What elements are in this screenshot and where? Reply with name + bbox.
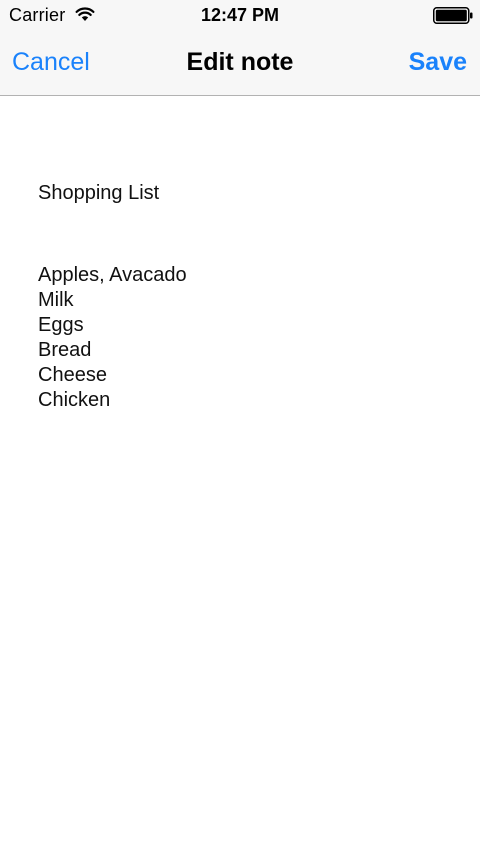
note-line[interactable]: Cheese: [38, 363, 187, 388]
edit-note-screen: Carrier 12:47 PM Cancel Edit note Save S…: [0, 0, 480, 852]
save-button[interactable]: Save: [409, 48, 467, 77]
battery-icon: [433, 7, 473, 24]
navigation-bar: Cancel Edit note Save: [0, 32, 480, 96]
cancel-button[interactable]: Cancel: [12, 48, 90, 77]
note-line[interactable]: Apples, Avacado: [38, 263, 187, 288]
note-line[interactable]: Chicken: [38, 388, 187, 413]
note-line[interactable]: Eggs: [38, 313, 187, 338]
note-line[interactable]: Bread: [38, 338, 187, 363]
top-chrome: Carrier 12:47 PM Cancel Edit note Save: [0, 0, 480, 96]
note-body[interactable]: Apples, Avacado Milk Eggs Bread Cheese C…: [38, 263, 187, 413]
note-title-text[interactable]: Shopping List: [38, 181, 159, 206]
note-editor[interactable]: Shopping List Apples, Avacado Milk Eggs …: [0, 97, 480, 852]
status-clock: 12:47 PM: [200, 5, 280, 25]
note-line[interactable]: Milk: [38, 288, 187, 313]
status-bar: Carrier 12:47 PM: [0, 0, 480, 32]
